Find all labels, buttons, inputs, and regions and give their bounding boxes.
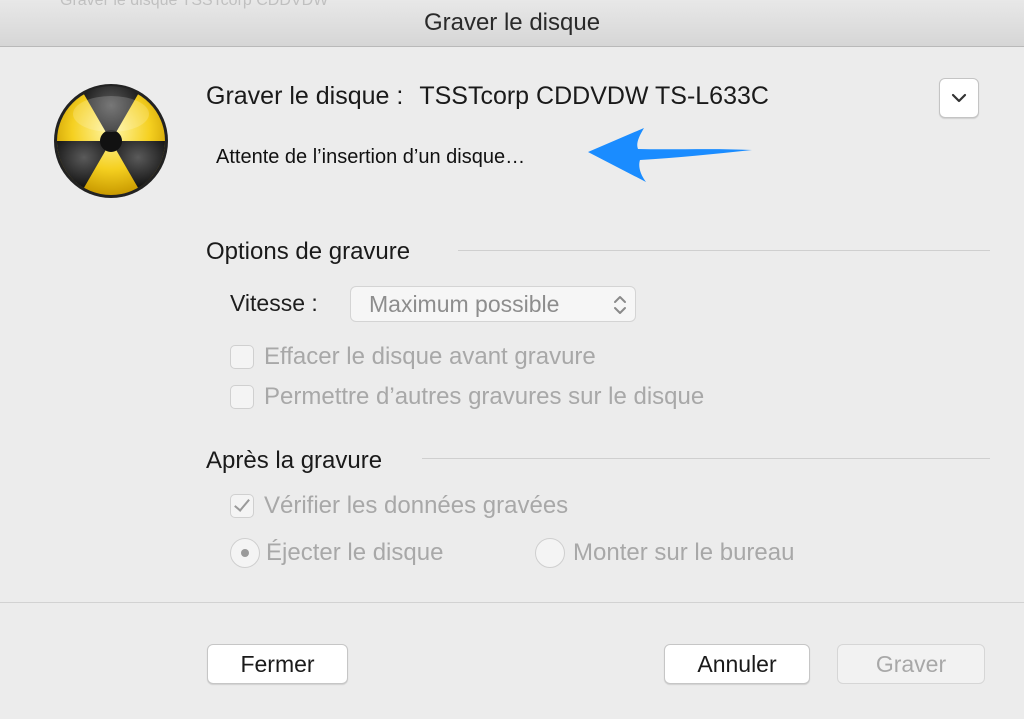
eject-radio[interactable]: Éjecter le disque [230, 538, 443, 568]
speed-select[interactable]: Maximum possible [350, 286, 636, 322]
disclosure-button[interactable] [939, 78, 979, 118]
speed-value: Maximum possible [369, 290, 560, 317]
status-text: Attente de l’insertion d’un disque… [216, 146, 526, 168]
append-checkbox-box[interactable] [230, 385, 254, 409]
after-burn-title: Après la gravure [206, 447, 383, 474]
footer-divider [0, 602, 1024, 603]
burn-icon [54, 84, 168, 198]
disk-label: Graver le disque : [206, 82, 404, 110]
speed-label: Vitesse : [230, 290, 318, 316]
burn-options-title: Options de gravure [206, 238, 411, 265]
window-title: Graver le disque [423, 9, 601, 36]
mount-radio-button[interactable] [535, 538, 565, 568]
section-divider [422, 458, 990, 459]
background-window-text: Graver le disque TSSTcorp CDDVDW [60, 0, 329, 9]
section-divider [458, 250, 990, 251]
erase-checkbox-box[interactable] [230, 345, 254, 369]
append-checkbox-label: Permettre d’autres gravures sur le disqu… [264, 383, 705, 410]
burn-button[interactable]: Graver [837, 644, 985, 684]
close-button[interactable]: Fermer [207, 644, 348, 684]
append-checkbox[interactable]: Permettre d’autres gravures sur le disqu… [230, 383, 704, 411]
erase-checkbox-label: Effacer le disque avant gravure [264, 343, 596, 370]
disk-row: Graver le disque : TSSTcorp CDDVDW TS-L6… [206, 82, 769, 111]
arrow-annotation-icon [588, 128, 752, 182]
mount-radio[interactable]: Monter sur le bureau [535, 538, 794, 568]
title-bar: Graver le disque TSSTcorp CDDVDW Graver … [0, 0, 1024, 47]
verify-checkbox-box[interactable] [230, 494, 254, 518]
cancel-button[interactable]: Annuler [664, 644, 810, 684]
up-down-chevron-icon [614, 296, 626, 314]
eject-radio-label: Éjecter le disque [266, 539, 444, 566]
verify-checkbox-label: Vérifier les données gravées [264, 492, 569, 519]
device-name: TSSTcorp CDDVDW TS-L633C [419, 82, 769, 110]
mount-radio-label: Monter sur le bureau [573, 539, 795, 566]
erase-checkbox[interactable]: Effacer le disque avant gravure [230, 343, 596, 371]
eject-radio-button[interactable] [230, 538, 260, 568]
verify-checkbox[interactable]: Vérifier les données gravées [230, 492, 568, 520]
chevron-down-icon [951, 93, 967, 103]
